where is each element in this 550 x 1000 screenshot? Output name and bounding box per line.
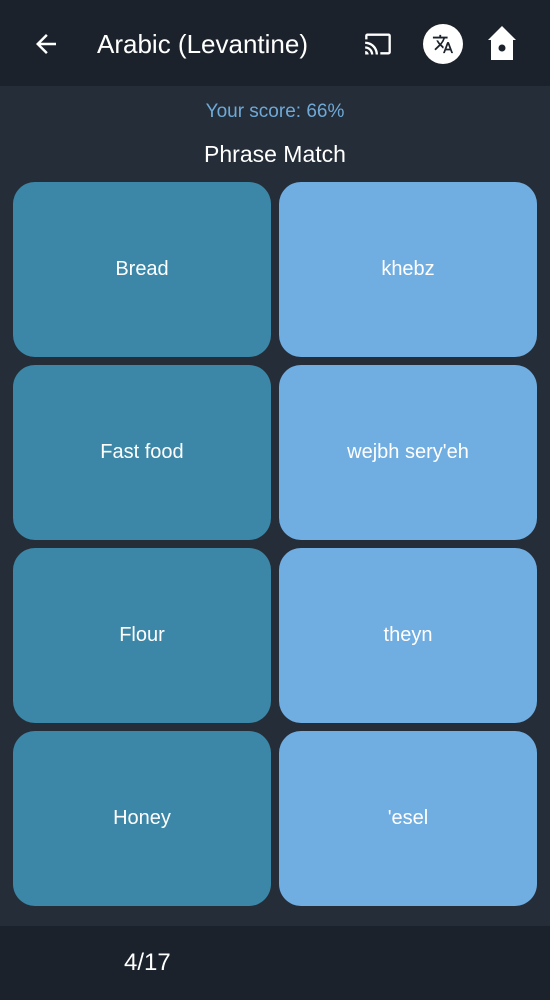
term-card-fast-food[interactable]: Fast food — [13, 365, 271, 540]
translation-card-wejbh-seryeh[interactable]: wejbh sery'eh — [279, 365, 537, 540]
bottom-bar: 4/17 — [0, 926, 550, 1000]
cast-button[interactable] — [358, 26, 398, 62]
phrase-match-screen: Arabic (Levantine) Your score: 66% Phras… — [0, 0, 550, 1000]
translation-card-theyn[interactable]: theyn — [279, 548, 537, 723]
term-card-honey[interactable]: Honey — [13, 731, 271, 906]
cast-icon — [365, 33, 391, 55]
back-button[interactable] — [26, 24, 66, 64]
translate-icon — [432, 34, 454, 54]
match-grid: Bread khebz Fast food wejbh sery'eh Flou… — [13, 182, 537, 906]
term-card-flour[interactable]: Flour — [13, 548, 271, 723]
translation-card-khebz[interactable]: khebz — [279, 182, 537, 357]
arrow-left-icon — [36, 34, 56, 54]
term-card-bread[interactable]: Bread — [13, 182, 271, 357]
score-text: Your score: 66% — [205, 101, 345, 122]
home-button[interactable] — [482, 22, 522, 66]
translation-card-esel[interactable]: 'esel — [279, 731, 537, 906]
page-title: Arabic (Levantine) — [97, 29, 308, 59]
top-app-bar: Arabic (Levantine) — [0, 0, 550, 86]
exercise-title: Phrase Match — [204, 141, 346, 167]
progress-counter: 4/17 — [124, 949, 171, 976]
birdhouse-home-icon — [488, 26, 516, 60]
translate-button[interactable] — [423, 24, 463, 64]
